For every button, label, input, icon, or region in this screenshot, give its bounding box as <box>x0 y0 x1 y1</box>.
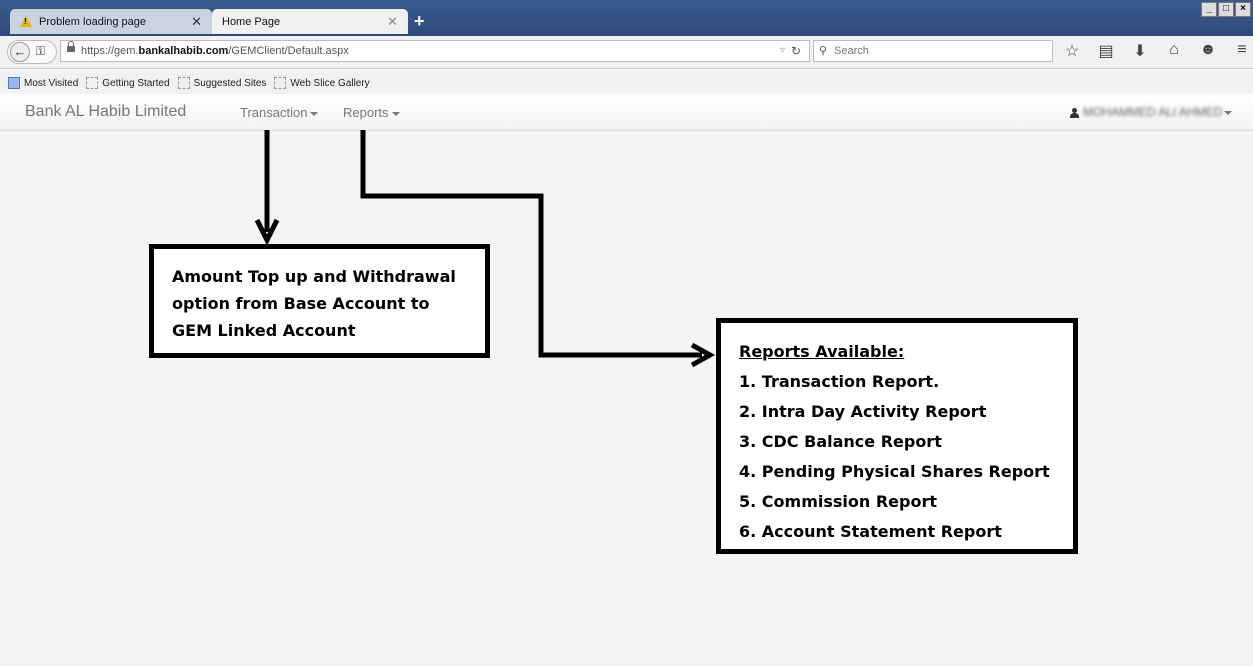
url-text: https://gem.bankalhabib.com/GEMClient/De… <box>81 45 349 57</box>
back-forward-group: ← ⚿ <box>7 40 57 64</box>
close-icon[interactable]: ✕ <box>191 14 202 30</box>
chevron-down-icon[interactable]: ▿ <box>780 41 785 61</box>
star-icon[interactable]: ☆ <box>1062 41 1082 61</box>
page-content: Bank AL Habib Limited Transaction Report… <box>0 94 1253 666</box>
report-item: 4. Pending Physical Shares Report <box>739 462 1050 481</box>
maximize-button[interactable]: □ <box>1218 2 1234 17</box>
page-icon <box>86 77 99 89</box>
bookmark-suggested-sites[interactable]: Suggested Sites <box>177 77 266 89</box>
download-icon[interactable]: ⬇ <box>1130 41 1150 61</box>
search-icon: ⚲ <box>819 45 828 57</box>
annotation-line: option from Base Account to <box>172 294 430 313</box>
report-item: 5. Commission Report <box>739 492 937 511</box>
transaction-annotation-box: Amount Top up and Withdrawal option from… <box>149 244 490 358</box>
search-placeholder: Search <box>834 45 869 57</box>
back-arrow-icon[interactable]: ← <box>10 42 30 62</box>
reports-annotation-box: Reports Available: 1. Transaction Report… <box>716 318 1078 554</box>
bookmark-folder-icon <box>8 77 20 89</box>
annotation-line: GEM Linked Account <box>172 321 356 340</box>
bookmarks-bar: Most Visited Getting Started Suggested S… <box>0 73 1253 93</box>
report-item: 2. Intra Day Activity Report <box>739 402 987 421</box>
reports-title: Reports Available: <box>739 342 905 361</box>
page-icon <box>274 77 287 89</box>
report-item: 3. CDC Balance Report <box>739 432 942 451</box>
tab-label: Home Page <box>222 15 281 28</box>
annotation-line: Amount Top up and Withdrawal <box>172 267 456 286</box>
reading-list-icon[interactable]: ▤ <box>1096 41 1116 61</box>
tab-label: Problem loading page <box>39 15 147 28</box>
close-icon[interactable]: ✕ <box>387 14 398 30</box>
address-bar[interactable]: https://gem.bankalhabib.com/GEMClient/De… <box>60 40 810 62</box>
hamburger-menu-icon[interactable]: ≡ <box>1232 41 1252 61</box>
minimize-button[interactable]: _ <box>1201 2 1217 17</box>
warning-icon <box>20 16 32 27</box>
home-icon[interactable]: ⌂ <box>1164 41 1184 61</box>
reload-icon[interactable]: ↻ <box>791 41 801 61</box>
lock-icon <box>67 41 75 52</box>
tab-problem-loading[interactable]: Problem loading page ✕ <box>10 9 212 34</box>
page-icon <box>177 77 190 89</box>
window-controls: _ □ × <box>1201 2 1251 17</box>
search-input[interactable]: ⚲ Search <box>813 40 1053 62</box>
close-window-button[interactable]: × <box>1235 2 1251 17</box>
report-item: 6. Account Statement Report <box>739 522 1002 541</box>
bookmark-getting-started[interactable]: Getting Started <box>86 77 170 89</box>
toolbar-icons: ☆ ▤ ⬇ ⌂ ☻ ≡ <box>1062 41 1252 61</box>
new-tab-button[interactable]: + <box>414 12 425 30</box>
bookmark-web-slice-gallery[interactable]: Web Slice Gallery <box>274 77 370 89</box>
bookmark-most-visited[interactable]: Most Visited <box>8 77 78 89</box>
report-item: 1. Transaction Report. <box>739 372 940 391</box>
browser-navbar: ← ⚿ https://gem.bankalhabib.com/GEMClien… <box>0 36 1253 69</box>
chat-icon[interactable]: ☻ <box>1198 41 1218 61</box>
tab-home-page[interactable]: Home Page ✕ <box>212 9 408 34</box>
browser-titlebar: Problem loading page ✕ Home Page ✕ + _ □… <box>0 0 1253 36</box>
key-icon[interactable]: ⚿ <box>36 44 45 59</box>
